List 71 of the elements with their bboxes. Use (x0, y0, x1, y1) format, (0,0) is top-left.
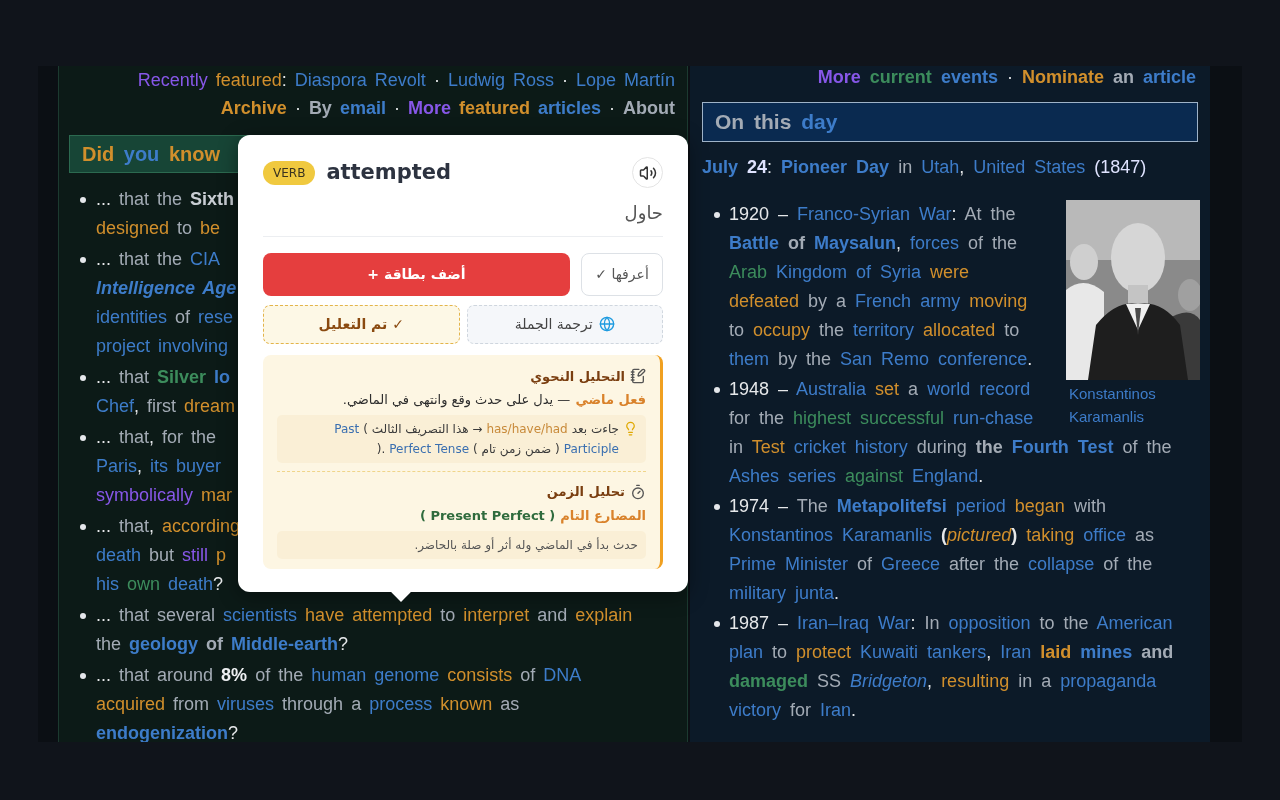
fact-line: endogenization? (96, 722, 238, 742)
fact-line: damaged SS Bridgeton, resulting in a propaganda (729, 670, 1157, 693)
fact-line: plan to protect Kuwaiti tankers, Iran laid mines and (729, 641, 1174, 664)
fact-line: them by the San Remo conference. (729, 348, 1033, 371)
section-header: On this day (715, 109, 838, 136)
fact-line: ... that several scientists have attempted to interpret and explain (96, 604, 633, 627)
analysis-note-line: حدث بدأ في الماضي وله أثر أو صلة بالحاضر. (414, 536, 638, 555)
fact-line: his own death? (96, 573, 224, 596)
bullet-icon (80, 197, 86, 203)
analysis-button[interactable]: تم التعليل ✓ (263, 304, 460, 344)
fact-line: identities of rese (96, 306, 234, 329)
fact-line: victory for Iran. (729, 699, 857, 722)
date-line: July 24: Pioneer Day in Utah, United States (1847) (702, 156, 1147, 179)
fact-line: ... that the Sixth (96, 188, 235, 211)
header-links: More current events · Nominate an article (817, 66, 1196, 88)
translate-sentence-button[interactable]: ترجمة الجملة (466, 304, 663, 344)
fact-line: project involving (96, 335, 229, 358)
translation-text: حاول (624, 200, 663, 226)
analysis-line: فعل ماضي — يدل على حدث وقع وانتهى في الماضي. (342, 391, 646, 410)
fact-line: to occupy the territory allocated to (729, 319, 1020, 342)
timer-icon (630, 483, 646, 500)
section-title: تحليل الزمن (546, 483, 625, 501)
fact-line: Chef, first dream (96, 395, 236, 418)
bullet-icon (80, 257, 86, 263)
fact-line: ... that, for the (96, 426, 217, 449)
fact-line: the geology of Middle-earth? (96, 633, 349, 656)
bullet-icon (714, 621, 720, 627)
fact-line: Paris, its buyer (96, 455, 222, 478)
bullet-icon (80, 375, 86, 381)
fact-line: in Test cricket history during the Fourth Test of the (729, 436, 1172, 459)
lightbulb-icon (623, 421, 638, 436)
known-button[interactable]: ✓ أعرفها (581, 252, 663, 296)
bullet-icon (80, 673, 86, 679)
bullet-icon (714, 212, 720, 218)
header-links: Archive · By email · More featured articles · About (220, 97, 675, 120)
add-card-button[interactable]: + أضف بطاقة (263, 252, 570, 296)
fact-line: ... that Silver lo (96, 366, 231, 389)
fact-line: death but still p (96, 544, 227, 567)
part-of-speech-badge: VERB (263, 160, 316, 185)
image-caption: Konstantinos Karamanlis (1068, 384, 1157, 427)
fact-line: designed to be (96, 217, 221, 240)
fact-line: 1974 – The Metapolitefsi period began with (729, 495, 1106, 518)
fact-line: for the highest successful run-chase (729, 407, 1034, 430)
bullet-icon (714, 387, 720, 393)
fact-line: Prime Minister of Greece after the collapse of the (729, 553, 1153, 576)
bullet-icon (80, 613, 86, 619)
fact-line: Arab Kingdom of Syria were (729, 261, 970, 284)
fact-line: ... that, according (96, 515, 241, 538)
fact-line: Konstantinos Karamanlis (pictured) taking office as (729, 524, 1154, 547)
fact-line: ... that the CIA (96, 248, 221, 271)
fact-line: ... that around 8% of the human genome consists of DNA (96, 664, 582, 687)
fact-line: 1920 – Franco-Syrian War: At the (729, 203, 1016, 226)
fact-line: 1948 – Australia set a world record (729, 378, 1031, 401)
fact-line: symbolically mar (96, 484, 233, 507)
fact-line: defeated by a French army moving (729, 290, 1028, 313)
bullet-icon (80, 524, 86, 530)
notepad-icon (630, 368, 646, 385)
speaker-icon (638, 163, 657, 182)
fact-line: military junta. (729, 582, 840, 605)
section-title: التحليل النحوي (530, 367, 625, 386)
section-header: Did you know (82, 142, 220, 167)
header-links: Recently featured: Diaspora Revolt · Ludwig Ross · Lope Martín (137, 69, 675, 92)
globe-icon (598, 316, 615, 332)
fact-line: Ashes series against England. (729, 465, 984, 488)
fact-line: Intelligence Age (96, 277, 237, 300)
word-title: attempted (326, 159, 452, 186)
bullet-icon (714, 504, 720, 510)
fact-line: Battle of Maysalun, forces of the (729, 232, 1018, 255)
fact-line: acquired from viruses through a process known as (96, 693, 520, 716)
fact-line: 1987 – Iran–Iraq War: In opposition to the American (729, 612, 1173, 635)
bullet-icon (80, 435, 86, 441)
